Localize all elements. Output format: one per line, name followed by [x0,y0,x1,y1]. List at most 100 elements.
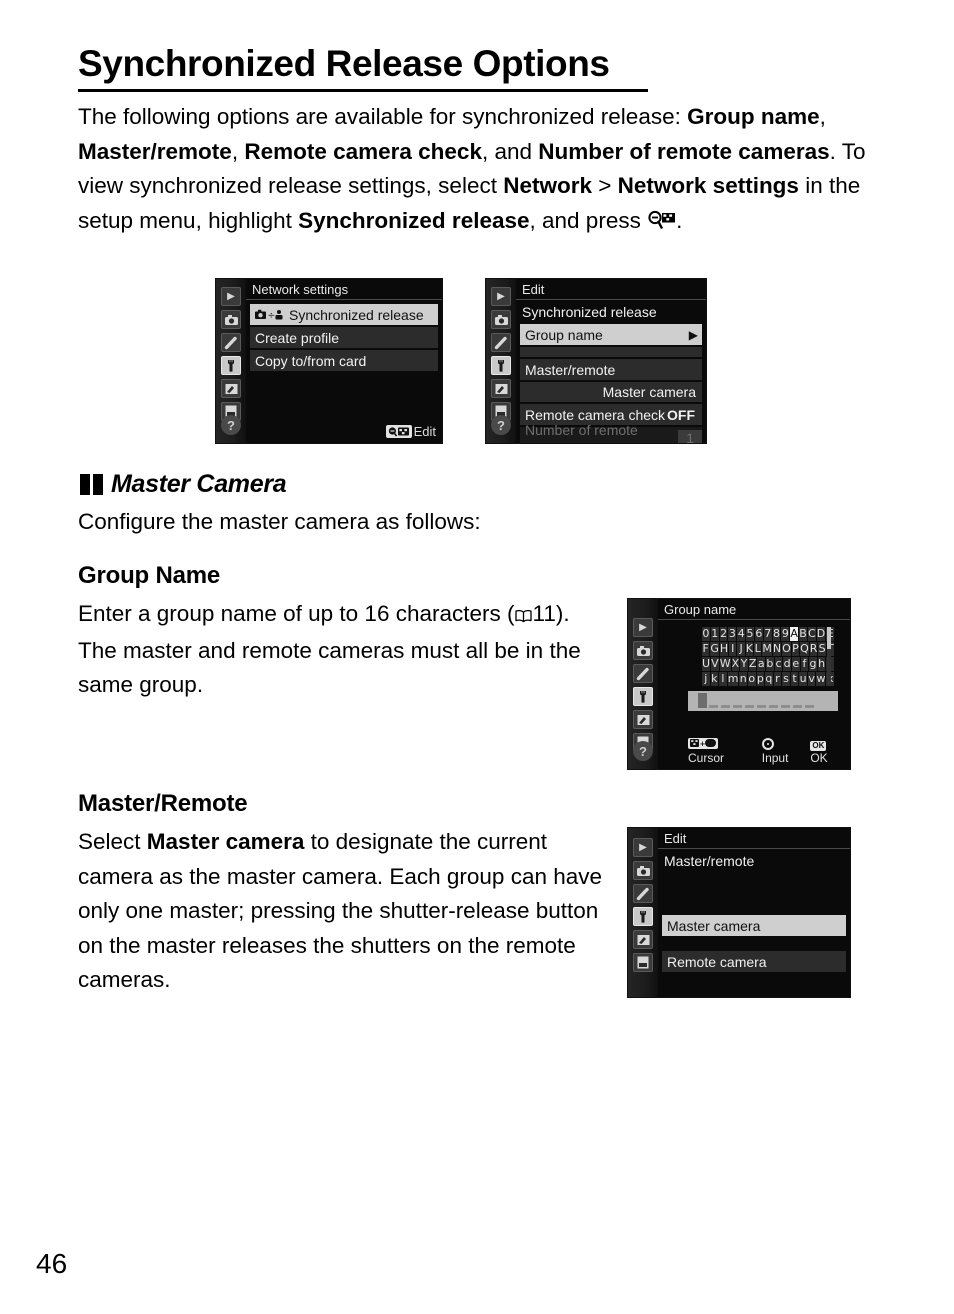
key[interactable]: 6 [754,627,763,641]
menu-item-label: Synchronized release [289,306,424,323]
key[interactable]: 0 [702,627,710,641]
keyboard-row: UVWXYZabcdefghi [702,657,835,671]
key[interactable]: Y [740,657,748,671]
key[interactable]: g [809,657,817,671]
chevron-right-icon: ▶ [688,327,698,342]
bullet-square-icon [93,474,103,495]
menu-item-create-profile[interactable]: Create profile [250,327,438,348]
group-name-text-field[interactable] [688,691,838,711]
keyboard-row: 0123456789ABCDE [702,627,835,641]
intro-paragraph: The following options are available for … [78,100,868,241]
key[interactable]: O [782,642,791,656]
key[interactable]: K [745,642,754,656]
key[interactable]: V [711,657,719,671]
key[interactable]: 5 [746,627,754,641]
subheading-master-remote: Master/Remote [78,790,248,817]
screen-title: Network settings [246,279,442,300]
key[interactable]: 3 [728,627,737,641]
screenshot-group-name-keyboard: ▶ ? Group name 0123456789ABCDE [627,598,851,770]
key[interactable]: 8 [772,627,781,641]
footer-label: Input [761,751,789,765]
screen-subtitle: Master/remote [664,853,755,869]
screen-subtitle: Synchronized release [522,304,657,320]
key[interactable]: r [773,672,782,686]
key[interactable]: M [762,642,772,656]
key[interactable]: W [719,657,731,671]
key[interactable]: o [747,672,756,686]
key[interactable]: X [731,657,740,671]
key[interactable]: L [754,642,762,656]
key[interactable]: C [807,627,816,641]
setting-row-master-remote[interactable]: Master/remote [520,359,702,380]
key[interactable]: a [757,657,766,671]
key[interactable]: B [799,627,807,641]
key[interactable]: q [765,672,773,686]
setting-value: Master camera [602,384,696,400]
key[interactable]: 2 [719,627,728,641]
key[interactable]: u [799,672,807,686]
setting-row-group-name[interactable]: Group name ▶ [520,324,702,345]
key[interactable]: Q [800,642,809,656]
title-underline [78,89,648,93]
key[interactable]: v [807,672,816,686]
setup-menu-icon [633,687,653,706]
key[interactable]: H [719,642,729,656]
custom-settings-icon [633,884,653,903]
menu-item-synchronized-release[interactable]: ÷ Synchronized release [250,304,438,325]
key[interactable]: F [702,642,710,656]
intro-text-4: , and press [529,207,648,233]
intro-gt: > [592,173,618,198]
playback-icon: ▶ [633,838,653,857]
key[interactable]: J [737,642,745,656]
keyboard-scrollbar[interactable] [827,627,831,685]
screenshot-synchronized-release-edit: ▶ ? Edit Synchronized release Group name [485,278,707,444]
svg-text:÷: ÷ [268,311,276,321]
key[interactable]: 7 [763,627,772,641]
keyboard-footer: + Cursor Input OKOK [687,737,842,765]
key[interactable]: n [739,672,747,686]
key[interactable]: k [710,672,719,686]
key[interactable]: b [766,657,774,671]
key-selected[interactable]: A [790,627,799,641]
key[interactable]: Z [748,657,757,671]
group-name-paragraph: Enter a group name of up to 16 character… [78,597,598,703]
key[interactable]: 4 [737,627,746,641]
option-master-camera[interactable]: Master camera [662,915,846,936]
key[interactable]: p [756,672,765,686]
key[interactable]: m [727,672,739,686]
key[interactable]: G [710,642,719,656]
option-remote-camera[interactable]: Remote camera [662,951,846,972]
key[interactable]: w [816,672,826,686]
key[interactable]: U [702,657,711,671]
setting-label: Master/remote [525,361,616,378]
key[interactable]: j [702,672,710,686]
term-synchronized-release: Synchronized release [298,207,530,233]
character-keyboard[interactable]: 0123456789ABCDE FGHIJKLMNOPQRST UVWXYZab… [702,627,835,687]
key[interactable]: h [817,657,826,671]
key[interactable]: t [790,672,799,686]
key[interactable]: l [719,672,727,686]
key[interactable]: 9 [781,627,790,641]
key[interactable]: e [791,657,800,671]
footer-label: OK [810,751,828,765]
screen-body: Network settings ÷ Synchronized release … [246,279,442,443]
key[interactable]: d [783,657,791,671]
key[interactable]: P [791,642,800,656]
key[interactable]: R [809,642,818,656]
term-group-name: Group name [687,104,820,129]
key[interactable]: N [772,642,782,656]
key[interactable]: 1 [710,627,719,641]
key[interactable]: I [729,642,737,656]
key[interactable]: s [782,672,790,686]
key[interactable]: S [818,642,826,656]
key[interactable]: D [816,627,826,641]
ok-button-icon: OK [810,741,827,751]
custom-settings-icon [221,333,241,352]
page-number: 46 [36,1248,68,1279]
menu-item-copy-to-from-card[interactable]: Copy to/from card [250,350,438,371]
key[interactable]: c [774,657,783,671]
key[interactable]: f [800,657,809,671]
shooting-menu-icon [633,861,653,880]
menu-rail: ▶ ? [486,279,516,443]
screen-title: Group name [658,599,850,620]
